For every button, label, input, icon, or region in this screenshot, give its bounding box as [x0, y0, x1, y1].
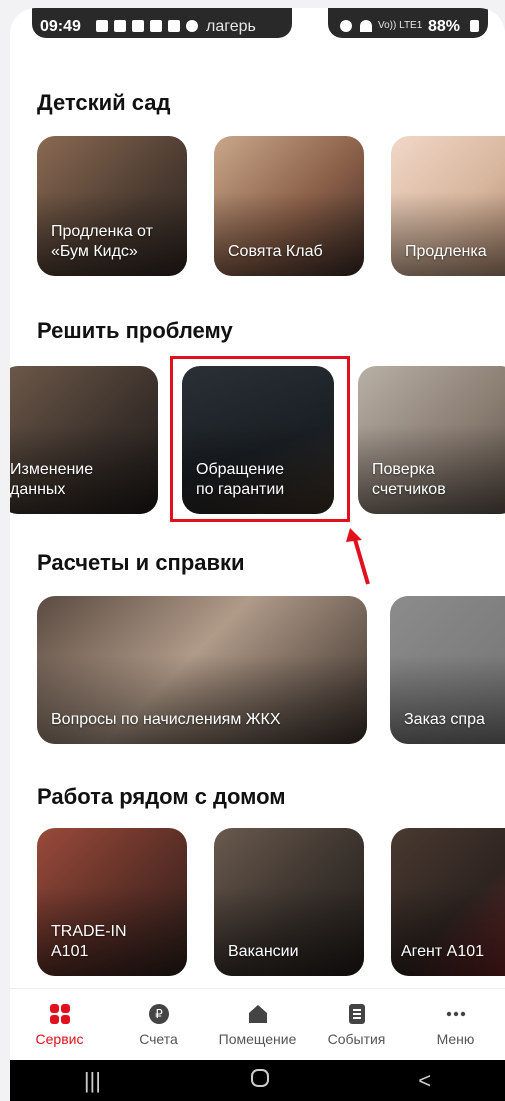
apps-icon	[49, 1003, 71, 1025]
tab-label: События	[327, 1031, 386, 1047]
alarm-icon	[340, 20, 352, 32]
card-meter-check[interactable]: Поверка счетчиков	[358, 366, 505, 514]
card-label: Вопросы по начислениям ЖКХ	[51, 711, 281, 728]
section-title-calculations: Расчеты и справки	[37, 550, 245, 575]
youtube-icon-2	[150, 20, 162, 32]
status-partial-text: лагерь	[206, 18, 256, 35]
list-icon	[346, 1003, 368, 1025]
tab-label: Помещение	[218, 1031, 297, 1047]
mail-icon	[114, 20, 126, 32]
location-icon	[186, 20, 198, 32]
card-order-certificate[interactable]: Заказ спра	[390, 596, 505, 744]
tab-label: Счета	[139, 1031, 178, 1047]
card-label: Продленка от «Бум Кидс»	[51, 223, 153, 260]
battery-icon	[470, 20, 479, 32]
tab-bills[interactable]: ₽ Счета	[109, 989, 208, 1058]
card-prodlenka[interactable]: Продленка	[391, 136, 505, 276]
section-title-solve-problem: Решить проблему	[37, 318, 233, 343]
card-trade-in[interactable]: TRADE-IN A101	[37, 828, 187, 976]
more-icon	[445, 1003, 467, 1025]
notification-icon	[96, 20, 108, 32]
card-label: Изменение данных	[10, 461, 94, 498]
battery-level: 88%	[428, 18, 461, 35]
system-nav-bar: ||| <	[10, 1060, 505, 1101]
tab-label: Меню	[436, 1031, 475, 1047]
card-label: Агент А101	[401, 943, 485, 960]
tab-events[interactable]: События	[307, 989, 406, 1058]
status-time: 09:49	[40, 18, 81, 35]
card-utility-questions[interactable]: Вопросы по начислениям ЖКХ	[37, 596, 367, 744]
card-sovyata-club[interactable]: Совята Клаб	[214, 136, 364, 276]
card-label: Поверка счетчиков	[372, 461, 446, 498]
section-title-kindergarten: Детский сад	[37, 90, 171, 115]
app-screen: 09:49 лагерь Vo)) LTE1 88% Детский сад П…	[10, 8, 505, 1101]
tab-service[interactable]: Сервис	[10, 989, 109, 1058]
highlight-box	[170, 356, 350, 522]
home-button-icon[interactable]	[249, 1067, 271, 1095]
card-label: TRADE-IN A101	[51, 923, 127, 960]
network-label: Vo)) LTE1	[378, 20, 423, 31]
card-label: Продленка	[405, 243, 487, 260]
wifi-icon	[360, 20, 372, 32]
gallery-icon	[168, 20, 180, 32]
tab-premises[interactable]: Помещение	[208, 989, 307, 1058]
card-change-data[interactable]: Изменение данных	[10, 366, 158, 514]
card-label: Вакансии	[228, 943, 299, 960]
youtube-icon	[132, 20, 144, 32]
status-bar: 09:49 лагерь Vo)) LTE1 88%	[10, 8, 505, 52]
card-vacancies[interactable]: Вакансии	[214, 828, 364, 976]
section-title-work-nearby: Работа рядом с домом	[37, 784, 286, 809]
svg-text:₽: ₽	[155, 1007, 163, 1021]
card-label: Заказ спра	[404, 711, 485, 728]
card-label: Совята Клаб	[228, 243, 323, 260]
recent-apps-icon[interactable]: |||	[84, 1068, 101, 1094]
tab-menu[interactable]: Меню	[406, 989, 505, 1058]
tab-label: Сервис	[35, 1031, 84, 1047]
card-prodlenka-bum[interactable]: Продленка от «Бум Кидс»	[37, 136, 187, 276]
back-icon[interactable]: <	[418, 1068, 431, 1094]
card-agent[interactable]: Агент А101	[391, 828, 505, 976]
home-icon	[247, 1003, 269, 1025]
annotation-arrow	[346, 528, 370, 585]
bottom-tab-bar: Сервис ₽ Счета Помещение События Меню	[10, 988, 505, 1058]
ruble-icon: ₽	[148, 1003, 170, 1025]
